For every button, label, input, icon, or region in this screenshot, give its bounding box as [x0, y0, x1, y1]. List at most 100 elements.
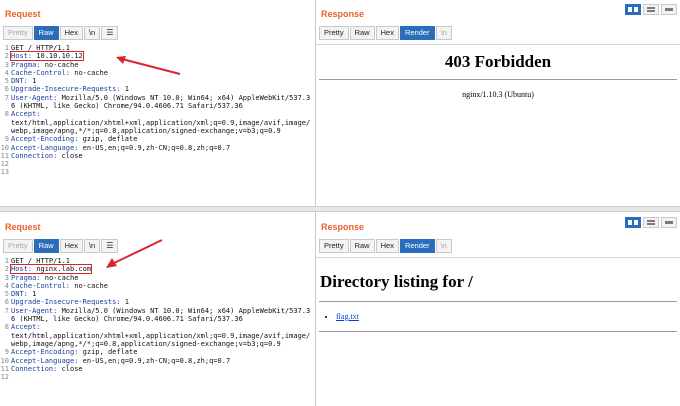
tab-pretty[interactable]: Pretty: [319, 239, 349, 253]
tab-render[interactable]: Render: [399, 26, 435, 40]
code-line: 9 Accept-Encoding: gzip, deflate: [0, 348, 315, 356]
tab-raw[interactable]: Raw: [349, 26, 375, 40]
line-content: User-Agent: Mozilla/5.0 (Windows NT 10.0…: [11, 94, 310, 110]
request-editor-bottom[interactable]: 1 GET / HTTP/1.1 2 Host: nginx.lab.com 3 Prag…: [0, 257, 315, 381]
header-value: no-cache: [70, 281, 108, 290]
line-text: Pragma: no-cache: [11, 274, 315, 282]
header-name: Host:: [11, 265, 33, 274]
line-text: Cache-Control: no-cache: [11, 282, 315, 290]
layout-horizontal-icon[interactable]: [643, 217, 659, 228]
tab-hex[interactable]: Hex: [375, 239, 399, 253]
header-name: Connection:: [11, 364, 58, 373]
line-content: GET / HTTP/1.1: [11, 44, 70, 52]
line-text: Connection: close: [11, 365, 315, 373]
tab-newline[interactable]: \n: [83, 26, 101, 40]
code-line: 5 DNT: 1: [0, 77, 315, 85]
line-number: 10: [0, 143, 9, 152]
divider: [319, 301, 677, 302]
menu-icon[interactable]: ☰: [101, 26, 119, 40]
tab-newline[interactable]: \n: [435, 26, 452, 40]
header-name: User-Agent:: [11, 306, 58, 315]
header-value: 1: [27, 77, 37, 86]
tab-raw[interactable]: Raw: [33, 239, 59, 253]
header-name: Accept-Language:: [11, 356, 79, 365]
tab-pretty[interactable]: Pretty: [3, 26, 33, 40]
red-arrow-icon: [116, 56, 181, 75]
line-number: 1: [4, 257, 9, 265]
red-arrow-icon: [106, 239, 163, 268]
response-panel-bottom: Response Pretty Raw Hex Render \n Direct…: [316, 213, 680, 406]
header-name: DNT:: [11, 77, 28, 86]
header-value: en-US,en;q=0.9,zh-CN;q=0.8,zh;q=0.7: [78, 143, 231, 152]
layout-split-icon[interactable]: [625, 4, 641, 15]
response-tabs-top: Pretty Raw Hex Render \n: [319, 26, 452, 40]
header-name: Connection:: [11, 151, 58, 160]
line-number: 4: [4, 281, 9, 290]
header-value: close: [57, 364, 83, 373]
tab-hex[interactable]: Hex: [375, 26, 399, 40]
line-number: 5: [4, 77, 9, 86]
header-name: DNT:: [11, 290, 28, 299]
response-panel-title: Response: [321, 222, 365, 232]
code-line: 6 Upgrade-Insecure-Requests: 1: [0, 85, 315, 93]
page-heading: Directory listing for /: [320, 272, 473, 291]
line-content: DNT: 1: [11, 77, 36, 85]
line-content: Accept-Language: en-US,en;q=0.9,zh-CN;q=…: [11, 357, 230, 365]
tab-pretty[interactable]: Pretty: [3, 239, 33, 253]
code-line: 7 User-Agent: Mozilla/5.0 (Windows NT 10.…: [0, 307, 315, 324]
line-number: 1: [4, 44, 9, 52]
file-link[interactable]: flag.txt: [336, 312, 359, 321]
server-signature: nginx/1.10.3 (Ubuntu): [462, 90, 534, 99]
tab-hex[interactable]: Hex: [59, 26, 83, 40]
line-text: [11, 373, 315, 381]
header-name: User-Agent:: [11, 93, 58, 102]
code-line: 6 Upgrade-Insecure-Requests: 1: [0, 298, 315, 306]
line-text: Upgrade-Insecure-Requests: 1: [11, 85, 315, 93]
tab-raw[interactable]: Raw: [33, 26, 59, 40]
layout-horizontal-icon[interactable]: [643, 4, 659, 15]
line-number: 4: [4, 68, 9, 77]
line-number: 9: [4, 348, 9, 357]
line-number: 11: [0, 364, 9, 373]
response-render-top: 403 Forbidden nginx/1.10.3 (Ubuntu): [316, 44, 680, 205]
header-name: Cache-Control:: [11, 281, 71, 290]
line-number: 3: [4, 273, 9, 282]
header-name: Accept:: [11, 323, 41, 332]
line-content: Accept-Language: en-US,en;q=0.9,zh-CN;q=…: [11, 144, 230, 152]
header-name: Accept-Language:: [11, 143, 79, 152]
header-value: en-US,en;q=0.9,zh-CN;q=0.8,zh;q=0.7: [78, 356, 231, 365]
header-name: Pragma:: [11, 273, 41, 282]
line-number: 8: [4, 110, 9, 119]
view-buttons-bottom: [625, 217, 677, 228]
tab-newline[interactable]: \n: [83, 239, 101, 253]
line-content: GET / HTTP/1.1: [11, 257, 70, 265]
header-name: Cache-Control:: [11, 68, 71, 77]
layout-split-icon[interactable]: [625, 217, 641, 228]
tab-pretty[interactable]: Pretty: [319, 26, 349, 40]
header-value: 1: [120, 298, 130, 307]
code-line: 13: [0, 168, 315, 176]
line-number: 10: [0, 356, 9, 365]
tab-raw[interactable]: Raw: [349, 239, 375, 253]
line-number: 2: [4, 265, 9, 274]
line-content: User-Agent: Mozilla/5.0 (Windows NT 10.0…: [11, 307, 310, 323]
line-number: 13: [0, 168, 9, 177]
header-value: 1: [27, 290, 37, 299]
line-content: Cache-Control: no-cache: [11, 282, 108, 290]
line-text: Accept-Encoding: gzip, deflate: [11, 135, 315, 143]
horizontal-splitter[interactable]: [0, 206, 680, 212]
tab-hex[interactable]: Hex: [59, 239, 83, 253]
line-number: 12: [0, 373, 9, 382]
tab-render[interactable]: Render: [399, 239, 435, 253]
line-number: 12: [0, 160, 9, 169]
header-value: 1: [120, 85, 130, 94]
layout-single-icon[interactable]: [661, 217, 677, 228]
request-panel-title: Request: [5, 9, 41, 19]
header-name: Host:: [11, 52, 33, 61]
tab-newline[interactable]: \n: [435, 239, 452, 253]
line-number: 3: [4, 60, 9, 69]
line-content: Accept-Encoding: gzip, deflate: [11, 135, 137, 143]
line-number: 2: [4, 52, 9, 61]
layout-single-icon[interactable]: [661, 4, 677, 15]
line-text: Accept-Language: en-US,en;q=0.9,zh-CN;q=…: [11, 357, 315, 365]
